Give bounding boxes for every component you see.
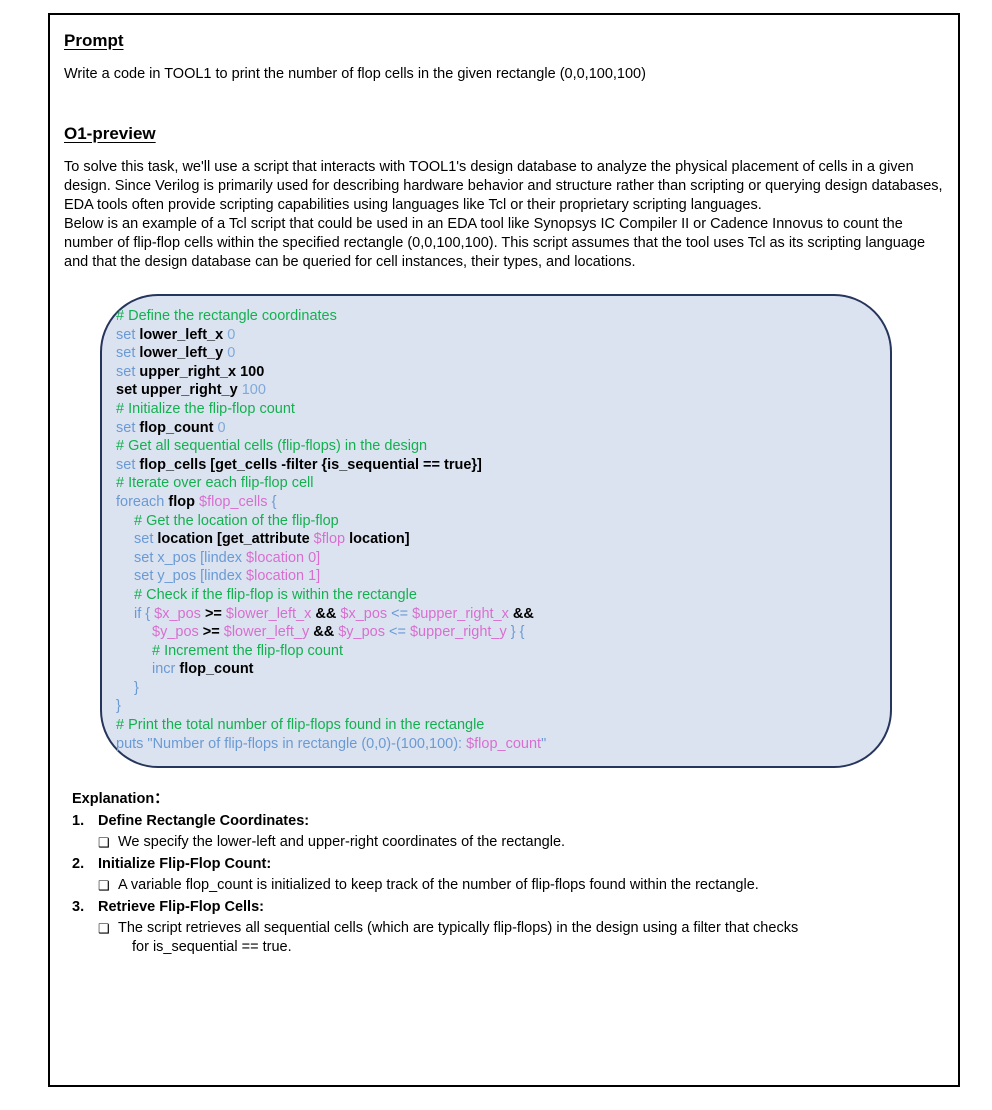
explanation-item-number: 1. (72, 813, 85, 830)
explanation-item-heading: Retrieve Flip-Flop Cells: (98, 899, 264, 916)
code-line: # Initialize the flip-flop count (116, 400, 295, 417)
model-heading: O1-preview (64, 124, 156, 143)
explanation-title: Explanation： (72, 791, 169, 808)
explanation-subitem-text: We specify the lower-left and upper-righ… (118, 834, 566, 851)
code-line: } (116, 698, 121, 715)
code-line: set y_pos [lindex $location 1] (134, 568, 321, 585)
code-line: set lower_left_x 0 (116, 326, 236, 343)
explanation-item: 1. Define Rectangle Coordinates: (72, 811, 944, 831)
code-line: # Increment the flip-flop count (152, 642, 344, 659)
explanation-item-heading: Define Rectangle Coordinates: (98, 813, 310, 830)
explanation-section: Explanation： 1. Define Rectangle Coordin… (64, 787, 944, 957)
hollow-square-bullet-icon: ❑ (98, 878, 110, 894)
explanation-subitem-text: The script retrieves all sequential cell… (118, 919, 944, 957)
code-line: if { $x_pos >= $lower_left_x && $x_pos <… (134, 605, 534, 622)
explanation-subitem: ❑ The script retrieves all sequential ce… (72, 919, 944, 957)
document-page-frame: Prompt Write a code in TOOL1 to print th… (48, 13, 960, 1087)
code-line: foreach flop $flop_cells { (116, 493, 277, 510)
prompt-text: Write a code in TOOL1 to print the numbe… (64, 66, 646, 82)
code-line: # Check if the flip-flop is within the r… (134, 586, 417, 603)
code-line: set flop_cells [get_cells -filter {is_se… (116, 456, 482, 473)
explanation-item: 3. Retrieve Flip-Flop Cells: (72, 897, 944, 917)
explanation-subitem: ❑ We specify the lower-left and upper-ri… (72, 833, 944, 852)
code-line: # Get the location of the flip-flop (134, 512, 339, 529)
code-line: # Print the total number of flip-flops f… (116, 717, 485, 734)
explanation-subitem: ❑ A variable flop_count is initialized t… (72, 876, 944, 895)
document-content: Prompt Write a code in TOOL1 to print th… (50, 15, 958, 1085)
code-line: set location [get_attribute $flop locati… (134, 531, 410, 548)
code-line: set lower_left_y 0 (116, 345, 236, 362)
explanation-subitem-text: A variable flop_count is initialized to … (118, 877, 759, 894)
explanation-subitem-line1: The script retrieves all sequential cell… (118, 920, 799, 937)
code-line: set x_pos [lindex $location 0] (134, 549, 321, 566)
code-line: $y_pos >= $lower_left_y && $y_pos <= $up… (152, 624, 525, 641)
explanation-item-heading: Initialize Flip-Flop Count: (98, 856, 272, 873)
prompt-heading: Prompt (64, 31, 124, 50)
hollow-square-bullet-icon: ❑ (98, 835, 110, 851)
explanation-subitem-line2: for is_sequential == true. (132, 939, 292, 956)
code-line: } (134, 679, 139, 696)
code-line: # Get all sequential cells (flip-flops) … (116, 438, 428, 455)
code-line: set flop_count 0 (116, 419, 226, 436)
code-line: # Define the rectangle coordinates (116, 308, 337, 324)
code-block: # Define the rectangle coordinates set l… (100, 294, 892, 769)
code-line: set upper_right_y 100 (116, 382, 266, 399)
hollow-square-bullet-icon: ❑ (98, 921, 110, 937)
explanation-item-number: 2. (72, 856, 85, 873)
code-line: # Iterate over each flip-flop cell (116, 475, 314, 492)
code-line: incr flop_count (152, 661, 254, 678)
explanation-item-number: 3. (72, 899, 85, 916)
code-line: puts "Number of flip-flops in rectangle … (116, 735, 547, 752)
intro-paragraph-1: To solve this task, we'll use a script t… (64, 159, 943, 213)
intro-paragraph-2: Below is an example of a Tcl script that… (64, 216, 926, 270)
explanation-item: 2. Initialize Flip-Flop Count: (72, 854, 944, 874)
code-line: set upper_right_x 100 (116, 363, 265, 380)
